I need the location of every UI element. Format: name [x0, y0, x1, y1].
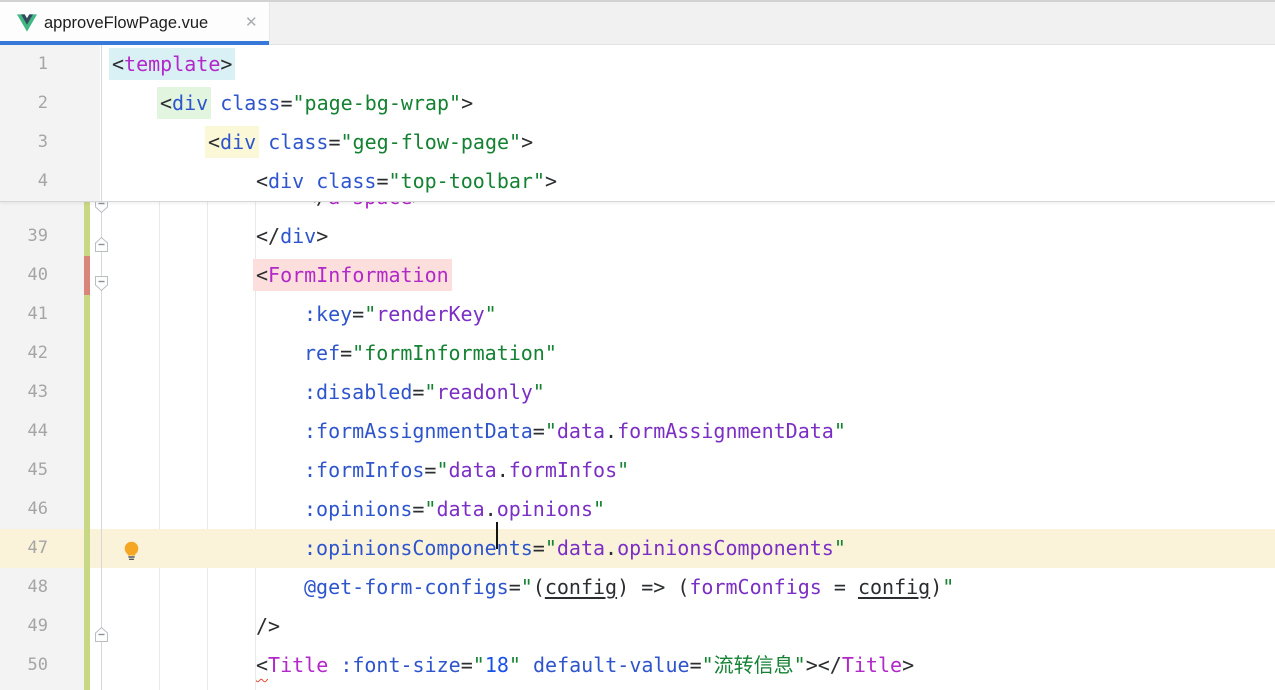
occurrence-highlight: <div	[157, 87, 211, 119]
occurrence-highlight: <div	[205, 126, 259, 158]
occurrence-highlight: <template>	[109, 48, 235, 80]
line-number[interactable]: 3	[0, 123, 48, 162]
line-number[interactable]: 40	[0, 256, 48, 295]
code-text: :opinionsComponents="data.opinionsCompon…	[304, 529, 846, 568]
code-text: :disabled="readonly"	[304, 373, 545, 412]
code-line[interactable]: 46 :opinions="data.opinions"	[0, 490, 1275, 529]
code-line[interactable]: 49 />	[0, 607, 1275, 646]
tab-close-icon[interactable]: ✕	[245, 2, 258, 43]
code-scroll-area[interactable]: 38 </a-space> 39 </div> 40 <FormInformation 41…	[0, 201, 1275, 690]
line-number[interactable]: 4	[0, 162, 48, 201]
tab-approveflowpage[interactable]: approveFlowPage.vue ✕	[0, 2, 270, 45]
editor-tab-bar: approveFlowPage.vue ✕	[0, 0, 1275, 45]
tab-title: approveFlowPage.vue	[44, 2, 208, 43]
code-text: :key="renderKey"	[304, 295, 497, 334]
code-line[interactable]: 38 </a-space>	[0, 201, 1275, 217]
line-number[interactable]: 48	[0, 568, 48, 607]
code-text: <template>	[112, 45, 232, 84]
code-line[interactable]: 45 :formInfos="data.formInfos"	[0, 451, 1275, 490]
line-number[interactable]: 43	[0, 373, 48, 412]
code-text: <div class="page-bg-wrap">	[160, 84, 473, 123]
code-text: ref="formInformation"	[304, 334, 557, 373]
line-number[interactable]: 39	[0, 217, 48, 256]
code-line[interactable]: 41 :key="renderKey"	[0, 295, 1275, 334]
code-text: :formInfos="data.formInfos"	[304, 451, 629, 490]
code-line[interactable]: 40 <FormInformation	[0, 256, 1275, 295]
code-text: :formAssignmentData="data.formAssignment…	[304, 412, 846, 451]
sticky-lines-header: 1 <template> 2 <div class="page-bg-wrap"> 3 <…	[0, 45, 1275, 202]
line-number[interactable]: 44	[0, 412, 48, 451]
fold-expand-icon[interactable]	[94, 267, 111, 287]
code-line[interactable]: 50 <Title :font-size="18" default-value="…	[0, 646, 1275, 685]
code-text: <div class="geg-flow-page">	[208, 123, 533, 162]
code-text: />	[256, 607, 280, 646]
line-number[interactable]: 42	[0, 334, 48, 373]
code-line[interactable]: 39 </div>	[0, 217, 1275, 256]
code-text: <div class="top-toolbar">	[256, 162, 557, 201]
fold-collapse-icon[interactable]	[94, 618, 111, 638]
code-editor: 1 <template> 2 <div class="page-bg-wrap"> 3 <…	[0, 45, 1275, 690]
code-text: </a-space>	[304, 201, 424, 217]
code-line[interactable]: 2 <div class="page-bg-wrap">	[0, 84, 1275, 123]
ide-window: approveFlowPage.vue ✕ 1 <template> 2 <div c…	[0, 0, 1275, 690]
code-line[interactable]: 44 :formAssignmentData="data.formAssignme…	[0, 412, 1275, 451]
occurrence-highlight: <FormInformation	[253, 259, 452, 291]
line-number[interactable]: 38	[0, 201, 48, 217]
code-text: <FormInformation	[256, 256, 449, 295]
intention-bulb-icon[interactable]	[123, 537, 140, 557]
line-number[interactable]: 1	[0, 45, 48, 84]
code-line[interactable]: 42 ref="formInformation"	[0, 334, 1275, 373]
code-line[interactable]: 47 :opinionsComponents="data.opinionsComp…	[0, 529, 1275, 568]
line-number[interactable]: 45	[0, 451, 48, 490]
code-text: <Title :font-size="18" default-value="流转…	[256, 646, 914, 685]
code-line[interactable]: 1 <template>	[0, 45, 1275, 84]
line-number[interactable]: 41	[0, 295, 48, 334]
vue-logo-icon	[17, 14, 37, 36]
code-line[interactable]: 48 @get-form-configs="(config) => (formCo…	[0, 568, 1275, 607]
code-text: :opinions="data.opinions"	[304, 490, 605, 529]
fold-collapse-icon[interactable]	[94, 228, 111, 248]
code-line[interactable]: 43 :disabled="readonly"	[0, 373, 1275, 412]
line-number[interactable]: 50	[0, 646, 48, 685]
line-number[interactable]: 2	[0, 84, 48, 123]
code-text: </div>	[256, 217, 328, 256]
code-line[interactable]: 3 <div class="geg-flow-page">	[0, 123, 1275, 162]
fold-expand-icon[interactable]	[94, 201, 111, 209]
code-text: @get-form-configs="(config) => (formConf…	[304, 568, 954, 607]
line-number[interactable]: 47	[0, 529, 48, 568]
line-number[interactable]: 49	[0, 607, 48, 646]
code-line[interactable]: 4 <div class="top-toolbar">	[0, 162, 1275, 201]
line-number[interactable]: 46	[0, 490, 48, 529]
